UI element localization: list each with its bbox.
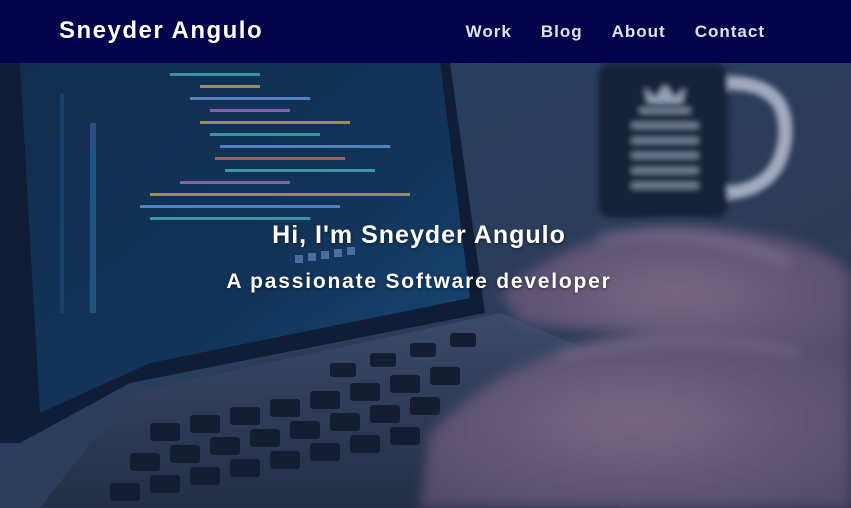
navbar: Sneyder Angulo Work Blog About Contact bbox=[0, 0, 851, 63]
brand-logo-link[interactable]: Sneyder Angulo bbox=[59, 17, 263, 45]
page: Sneyder Angulo Work Blog About Contact H… bbox=[0, 0, 851, 508]
hero-title: Hi, I'm Sneyder Angulo bbox=[272, 221, 566, 249]
hero-subtitle: A passionate Software developer bbox=[226, 270, 612, 293]
nav-link-contact[interactable]: Contact bbox=[695, 22, 765, 42]
nav-links: Work Blog About Contact bbox=[466, 22, 765, 42]
nav-link-blog[interactable]: Blog bbox=[541, 22, 583, 42]
nav-link-about[interactable]: About bbox=[612, 22, 666, 42]
nav-link-work[interactable]: Work bbox=[466, 22, 512, 42]
hero-section: Hi, I'm Sneyder Angulo A passionate Soft… bbox=[0, 63, 851, 508]
